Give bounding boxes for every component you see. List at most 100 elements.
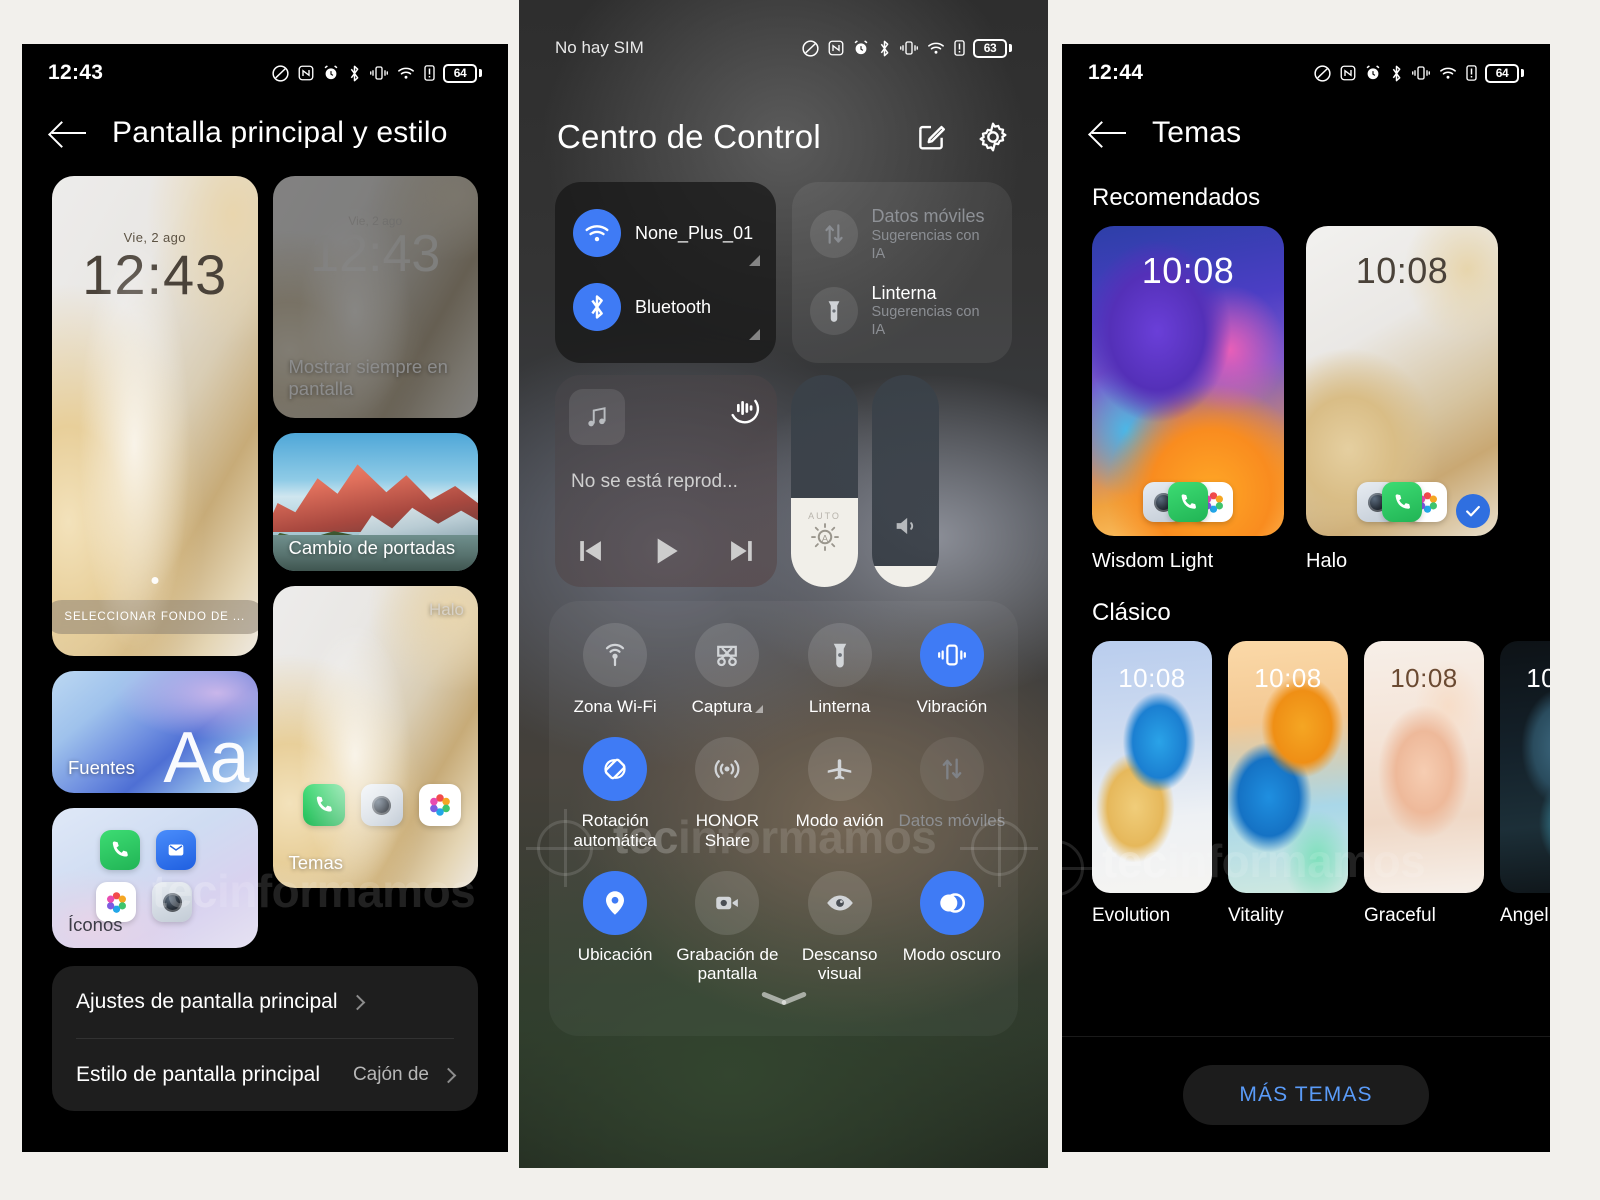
toggle-screenshot[interactable]: Captura	[671, 623, 783, 717]
list-item-home-screen-settings[interactable]: Ajustes de pantalla principal	[52, 966, 478, 1038]
play-icon[interactable]	[646, 531, 686, 571]
toggle-auto-rotate[interactable]: Rotación automática	[559, 737, 671, 850]
next-icon[interactable]	[724, 534, 758, 568]
section-title-recomendados: Recomendados	[1092, 184, 1261, 211]
cover-change-card[interactable]: Cambio de portadas	[272, 433, 478, 571]
warning-icon	[424, 65, 435, 81]
brightness-slider[interactable]: AUTO A	[791, 375, 858, 588]
volume-slider[interactable]	[872, 375, 939, 588]
vibrate-icon	[900, 41, 918, 55]
list-item-home-screen-style[interactable]: Estilo de pantalla principal Cajón de	[52, 1039, 478, 1111]
theme-clock: 10:08	[1141, 250, 1235, 291]
theme-preview: 10:08	[1092, 226, 1284, 536]
alarm-icon	[324, 65, 338, 80]
phone-app-icon	[1168, 482, 1208, 522]
icons-card[interactable]: Íconos	[52, 808, 258, 948]
wifi-tile[interactable]: None_Plus_01	[571, 196, 760, 270]
status-bar-icons: 64	[271, 63, 482, 83]
toggle-eye-comfort[interactable]: Descanso visual	[784, 870, 896, 984]
theme-item-graceful[interactable]: 10:08 Graceful	[1364, 641, 1484, 927]
toggle-label: Modo oscuro	[902, 944, 1002, 964]
chevron-right-icon	[440, 1067, 457, 1083]
quick-toggle-grid: Zona Wi-Fi Captura Linterna Vibración Ro…	[549, 601, 1018, 1036]
toggle-mobile-data[interactable]: Datos móviles	[896, 737, 1008, 850]
collapse-chevron-icon[interactable]	[761, 994, 807, 1010]
flashlight-sublabel: Sugerencias con IA	[871, 304, 980, 339]
warning-icon	[1466, 65, 1477, 81]
always-on-display-card[interactable]: Vie, 2 ago 12:43 Mostrar siempre en pant…	[272, 176, 478, 418]
bluetooth-tile[interactable]: Bluetooth	[571, 270, 760, 344]
gear-icon[interactable]	[976, 120, 1010, 154]
theme-name: Angel	[1500, 905, 1549, 926]
honor-share-icon	[695, 737, 760, 802]
bluetooth-label: Bluetooth	[635, 296, 712, 317]
flashlight-label: Linterna	[871, 282, 937, 303]
nfc-icon	[1340, 65, 1356, 81]
aod-preview-date: Vie, 2 ago	[348, 214, 403, 228]
theme-name: Evolution	[1092, 905, 1171, 926]
phone-right-themes: 12:44 64 Temas Recomendados 10:08 Wisdom…	[1062, 44, 1550, 1152]
toggle-honor-share[interactable]: HONOR Share	[671, 737, 783, 850]
lock-preview-time: 12:43	[82, 243, 228, 306]
connectivity-panel-secondary: Datos móviles Sugerencias con IA Lintern…	[791, 182, 1012, 364]
flashlight-icon	[809, 287, 858, 336]
toggle-airplane-mode[interactable]: Modo avión	[784, 737, 896, 850]
status-bar-carrier: No hay SIM	[555, 38, 644, 57]
back-arrow-icon[interactable]	[1092, 119, 1128, 147]
list-item-value: Cajón de	[352, 1064, 429, 1085]
more-themes-button[interactable]: MÁS TEMAS	[1183, 1064, 1429, 1125]
toggle-label: Zona Wi-Fi	[573, 697, 657, 717]
brightness-caption: AUTO	[808, 511, 841, 522]
icons-card-label: Íconos	[68, 914, 123, 936]
fonts-card[interactable]: Fuentes Aa	[52, 671, 258, 793]
toggle-label: Rotación automática	[573, 811, 657, 850]
flashlight-tile[interactable]: Linterna Sugerencias con IA	[808, 273, 997, 350]
toggle-label: Ubicación	[577, 944, 653, 964]
toggle-hotspot[interactable]: Zona Wi-Fi	[559, 623, 671, 717]
auto-brightness-icon: A	[791, 522, 858, 557]
expand-triangle-icon[interactable]	[755, 705, 764, 714]
expand-triangle-icon[interactable]	[748, 255, 760, 266]
wifi-icon	[1440, 67, 1456, 79]
edit-icon[interactable]	[914, 120, 948, 154]
theme-item-evolution[interactable]: 10:08 Evolution	[1092, 641, 1212, 927]
camera-app-icon	[360, 784, 403, 826]
toggle-dark-mode[interactable]: Modo oscuro	[896, 870, 1008, 984]
toggle-location[interactable]: Ubicación	[559, 870, 671, 984]
media-player-card[interactable]: No se está reprod...	[555, 375, 777, 588]
themes-card[interactable]: Halo Temas	[272, 586, 478, 888]
volume-fill	[872, 566, 939, 588]
vibrate-icon	[370, 66, 388, 80]
page-indicator-dot	[151, 577, 159, 584]
status-bar-right: 12:44 64	[1062, 44, 1550, 102]
bluetooth-icon	[350, 65, 359, 81]
expand-triangle-icon[interactable]	[748, 329, 760, 340]
connectivity-panel-primary: None_Plus_01 Bluetooth	[555, 182, 776, 364]
theme-item-halo[interactable]: 10:08 Halo	[1306, 226, 1498, 573]
mobile-data-tile[interactable]: Datos móviles Sugerencias con IA	[808, 196, 997, 273]
flashlight-icon	[807, 623, 872, 688]
bottom-action-bar: MÁS TEMAS	[1062, 1036, 1550, 1152]
status-bar-left: 12:43 64	[22, 44, 508, 102]
theme-item-wisdom-light[interactable]: 10:08 Wisdom Light	[1092, 226, 1284, 573]
toggle-screen-record[interactable]: Grabación de pantalla	[671, 870, 783, 984]
toggle-vibration[interactable]: Vibración	[896, 623, 1008, 717]
toggle-flashlight[interactable]: Linterna	[784, 623, 896, 717]
dnd-icon	[802, 39, 819, 57]
phone-center-control-center: No hay SIM 63 Centro de Control None_Plu…	[519, 0, 1048, 1168]
gallery-app-icon	[418, 784, 461, 826]
cast-audio-icon[interactable]	[727, 391, 761, 430]
theme-item-vitality[interactable]: 10:08 Vitality	[1228, 641, 1348, 927]
lock-screen-preview-card[interactable]: Vie, 2 ago 12:43 SELECCIONAR FONDO DE ..…	[52, 176, 258, 656]
back-arrow-icon[interactable]	[52, 119, 88, 147]
theme-name: Graceful	[1364, 905, 1436, 926]
auto-rotate-icon	[583, 737, 648, 802]
select-wallpaper-button[interactable]: SELECCIONAR FONDO DE ...	[52, 600, 258, 634]
vibrate-icon	[1412, 66, 1430, 80]
previous-icon[interactable]	[574, 534, 608, 568]
theme-item-angel[interactable]: 10:08 Angel	[1500, 641, 1550, 927]
nfc-icon	[298, 65, 314, 81]
phone-app-icon	[1382, 482, 1422, 522]
theme-preview: 10:08	[1228, 641, 1348, 893]
list-item-label: Estilo de pantalla principal	[76, 1063, 320, 1086]
